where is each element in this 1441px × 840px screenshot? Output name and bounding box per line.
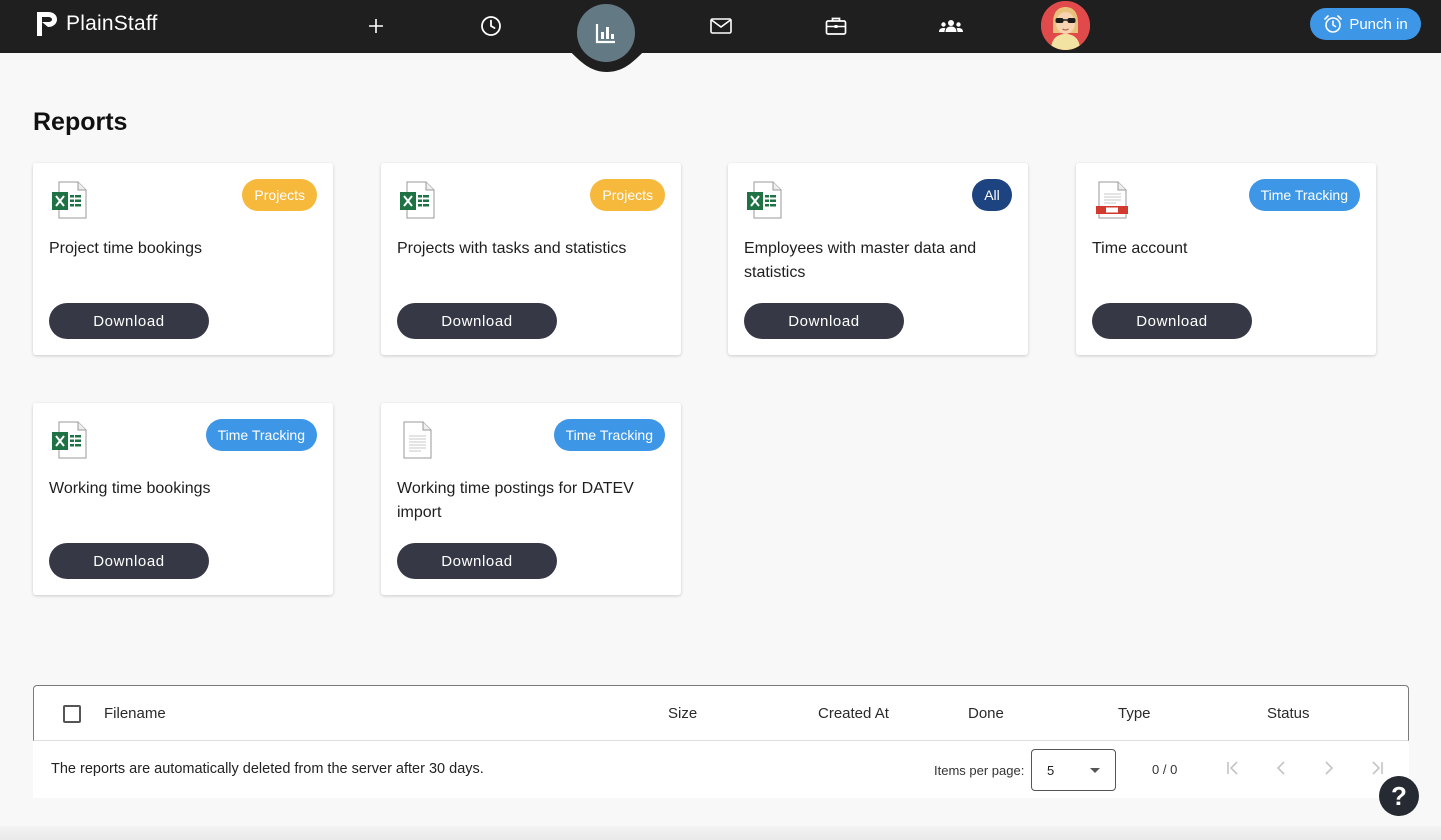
report-title: Employees with master data and statistic… [744, 240, 977, 281]
download-button[interactable]: Download [49, 543, 209, 579]
app-logo[interactable]: PlainStaff [34, 10, 158, 38]
pagination-range: 0 / 0 [1152, 762, 1178, 777]
report-card: Time Tracking Working time postings for … [381, 403, 681, 595]
retention-note: The reports are automatically deleted fr… [51, 761, 484, 777]
report-card: All Employees with master data and stati… [728, 163, 1028, 355]
user-avatar[interactable] [1041, 1, 1090, 50]
next-page-button[interactable] [1315, 754, 1343, 782]
column-header-filename[interactable]: Filename [104, 705, 166, 722]
team-icon [939, 20, 963, 32]
plainstaff-logo-icon [37, 12, 57, 36]
first-page-button[interactable] [1219, 754, 1247, 782]
download-button[interactable]: Download [1092, 303, 1252, 339]
report-card: Time Tracking Time account Download [1076, 163, 1376, 355]
report-title: Working time bookings [49, 480, 211, 497]
download-button[interactable]: Download [397, 543, 557, 579]
report-title: Projects with tasks and statistics [397, 240, 627, 257]
excel-file-icon [52, 421, 87, 459]
chevron-left-icon [1276, 761, 1285, 775]
messages-nav-button[interactable] [707, 13, 735, 39]
table-header: Filename Size Created At Done Type Statu… [33, 685, 1409, 741]
excel-file-icon [747, 181, 782, 219]
last-page-icon [1372, 761, 1383, 775]
download-button[interactable]: Download [49, 303, 209, 339]
report-card: Time Tracking Working time bookings Down… [33, 403, 333, 595]
items-per-page-select[interactable]: 5 [1031, 749, 1116, 791]
report-title: Working time postings for DATEV import [397, 480, 634, 521]
report-title: Project time bookings [49, 240, 202, 257]
avatar-portrait-icon [1041, 1, 1090, 50]
pdf-file-icon [1096, 181, 1128, 219]
help-button[interactable]: ? [1379, 776, 1419, 816]
excel-file-icon [400, 181, 435, 219]
column-header-status[interactable]: Status [1267, 705, 1310, 722]
alarm-clock-icon [1324, 15, 1343, 33]
chevron-right-icon [1325, 761, 1334, 775]
dropdown-caret-icon [1090, 768, 1100, 773]
punch-in-button[interactable]: Punch in [1310, 8, 1421, 40]
time-tracking-nav-button[interactable] [477, 13, 505, 39]
column-header-done[interactable]: Done [968, 705, 1004, 722]
items-per-page-label: Items per page: [934, 763, 1025, 778]
category-badge: Projects [242, 179, 317, 211]
category-badge: Time Tracking [205, 419, 317, 451]
select-all-checkbox[interactable] [63, 705, 81, 723]
report-card: Projects Projects with tasks and statist… [381, 163, 681, 355]
column-header-type[interactable]: Type [1118, 705, 1151, 722]
add-nav-button[interactable] [362, 13, 390, 39]
add-icon [369, 19, 383, 33]
mail-icon [710, 18, 732, 34]
items-per-page-value: 5 [1047, 763, 1055, 778]
column-header-created-at[interactable]: Created At [818, 705, 889, 722]
clock-icon [481, 16, 501, 36]
page-title: Reports [33, 108, 128, 136]
report-title: Time account [1092, 240, 1188, 257]
reports-nav-button[interactable] [577, 4, 635, 62]
team-nav-button[interactable] [937, 13, 965, 39]
table-footer: The reports are automatically deleted fr… [33, 741, 1409, 798]
download-button[interactable]: Download [744, 303, 904, 339]
category-badge: All [972, 179, 1012, 211]
category-badge: Time Tracking [1248, 179, 1360, 211]
report-card: Projects Project time bookings Download [33, 163, 333, 355]
download-button[interactable]: Download [397, 303, 557, 339]
category-badge: Projects [590, 179, 665, 211]
first-page-icon [1227, 761, 1238, 775]
excel-file-icon [52, 181, 87, 219]
projects-nav-button[interactable] [822, 13, 850, 39]
punch-in-label: Punch in [1349, 15, 1408, 33]
app-name: PlainStaff [66, 12, 158, 35]
reports-chart-icon [595, 24, 615, 44]
column-header-size[interactable]: Size [668, 705, 697, 722]
briefcase-icon [825, 17, 847, 35]
generated-reports-table: Filename Size Created At Done Type Statu… [33, 685, 1409, 798]
bottom-edge [0, 826, 1441, 840]
last-page-button[interactable] [1363, 754, 1391, 782]
text-file-icon [403, 421, 432, 459]
category-badge: Time Tracking [553, 419, 665, 451]
previous-page-button[interactable] [1267, 754, 1295, 782]
